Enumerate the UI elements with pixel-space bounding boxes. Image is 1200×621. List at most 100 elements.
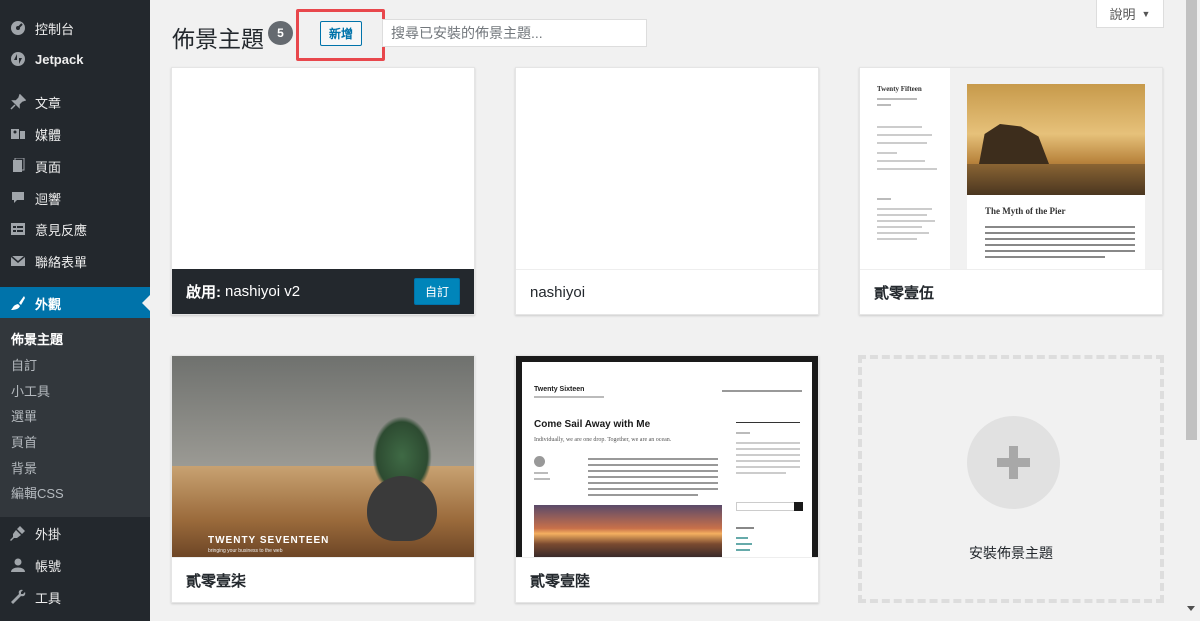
shot-title: TWENTY SEVENTEEN [208,535,330,546]
shot-subtitle: bringing your business to the web [208,548,283,554]
add-new-button[interactable]: 新增 [320,21,362,46]
wrench-icon [9,588,27,606]
theme-card[interactable]: nashiyoi [515,67,819,315]
shot-line [877,104,891,106]
menu-label: Jetpack [35,51,84,67]
theme-screenshot[interactable] [172,68,474,269]
shot-line [588,494,698,496]
page-title: 佈景主題 [172,26,264,52]
shot-line [877,238,917,240]
jetpack-icon [9,50,27,68]
theme-screenshot[interactable] [516,68,818,269]
theme-card[interactable]: Twenty Fifteen The Myth of the Pier 貳零壹伍 [859,67,1163,315]
theme-screenshot[interactable]: Twenty Fifteen The Myth of the Pier [860,68,1162,269]
submenu-item-widgets[interactable]: 小工具 [11,382,50,402]
theme-bar: 貳零壹陸 [516,557,818,602]
menu-label: 迴響 [35,191,62,207]
shot-line [985,256,1105,258]
menu-label: 媒體 [35,127,62,143]
scrollbar-thumb[interactable] [1186,0,1197,440]
theme-name: 貳零壹柒 [186,572,247,590]
help-tab-button[interactable]: 說明 ▼ [1096,0,1164,28]
shot-post-title: Come Sail Away with Me [534,419,651,430]
add-theme-label: 安裝佈景主題 [969,545,1053,561]
active-indicator [142,295,150,311]
menu-item-media[interactable]: 媒體 [0,118,150,150]
theme-card[interactable]: Twenty Sixteen Come Sail Away with Me In… [515,355,819,603]
menu-item-pages[interactable]: 頁面 [0,150,150,182]
comment-icon [9,189,27,207]
theme-bar: nashiyoi [516,269,818,314]
scroll-down-arrow-icon[interactable] [1187,606,1195,611]
shot-line [877,198,891,200]
page-scrollbar[interactable] [1183,0,1200,621]
search-themes-input[interactable] [382,19,647,47]
shot-line [588,464,718,466]
pin-icon [9,93,27,111]
shot-line [877,232,929,234]
shot-line [736,543,752,545]
add-theme-card[interactable]: 安裝佈景主題 [858,355,1164,603]
brush-icon [9,294,27,312]
menu-label: 控制台 [35,21,75,37]
shot-line [877,220,935,222]
theme-screenshot[interactable]: TWENTY SEVENTEEN bringing your business … [172,356,474,557]
shot-line [736,442,800,444]
submenu-item-background[interactable]: 背景 [11,459,37,479]
shot-line [877,214,927,216]
shot-line [588,458,718,460]
shot-line [877,160,925,162]
shot-line [588,470,718,472]
theme-bar: 貳零壹伍 [860,269,1162,314]
shot-line [588,488,718,490]
menu-item-jetpack[interactable]: Jetpack [0,43,150,75]
shot-line [736,460,800,462]
customize-button[interactable]: 自訂 [414,278,460,305]
theme-name: nashiyoi [530,283,586,301]
shot-line [736,472,786,474]
menu-item-posts[interactable]: 文章 [0,86,150,118]
submenu-item-menus[interactable]: 選單 [11,407,37,427]
plus-icon [967,416,1060,509]
shot-sunset-image [534,505,722,557]
menu-item-comments[interactable]: 迴響 [0,182,150,214]
menu-item-users[interactable]: 帳號 [0,549,150,581]
feedback-icon [9,220,27,238]
shot-line [877,98,917,100]
theme-name: nashiyoi v2 [225,283,301,300]
menu-item-contact-forms[interactable]: 聯絡表單 [0,245,150,277]
shot-line [985,244,1135,246]
theme-bar: 啟用: nashiyoi v2 自訂 [172,269,474,314]
menu-item-appearance[interactable]: 外觀 [0,287,150,319]
menu-label: 外觀 [35,296,62,312]
shot-sidebar: Twenty Fifteen [860,68,950,269]
shot-nav [722,390,802,392]
shot-intro: Individually, we are one drop. Together,… [534,437,672,443]
theme-count-badge: 5 [268,21,293,45]
submenu-item-customize[interactable]: 自訂 [11,356,37,376]
plugin-icon [9,524,27,542]
help-label: 說明 [1109,7,1136,22]
menu-label: 文章 [35,95,62,111]
shot-line [736,527,754,529]
shot-plant-pot [367,476,437,541]
menu-label: 聯絡表單 [35,254,88,270]
shot-line [736,454,800,456]
menu-item-feedback[interactable]: 意見反應 [0,213,150,245]
submenu-item-header[interactable]: 頁首 [11,433,37,453]
shot-line [877,126,922,128]
theme-card-active[interactable]: 啟用: nashiyoi v2 自訂 [171,67,475,315]
shot-line [736,537,748,539]
shot-line [877,134,932,136]
shot-post: The Myth of the Pier [967,84,1145,269]
dashboard-icon [9,19,27,37]
theme-card[interactable]: TWENTY SEVENTEEN bringing your business … [171,355,475,603]
shot-page: Twenty Sixteen Come Sail Away with Me In… [522,362,812,557]
menu-item-dashboard[interactable]: 控制台 [0,12,150,44]
menu-item-tools[interactable]: 工具 [0,581,150,613]
submenu-item-themes[interactable]: 佈景主題 [11,330,63,350]
submenu-item-edit-css[interactable]: 編輯CSS [11,484,64,504]
theme-screenshot[interactable]: Twenty Sixteen Come Sail Away with Me In… [516,356,818,557]
media-icon [9,125,27,143]
menu-item-plugins[interactable]: 外掛 [0,517,150,549]
